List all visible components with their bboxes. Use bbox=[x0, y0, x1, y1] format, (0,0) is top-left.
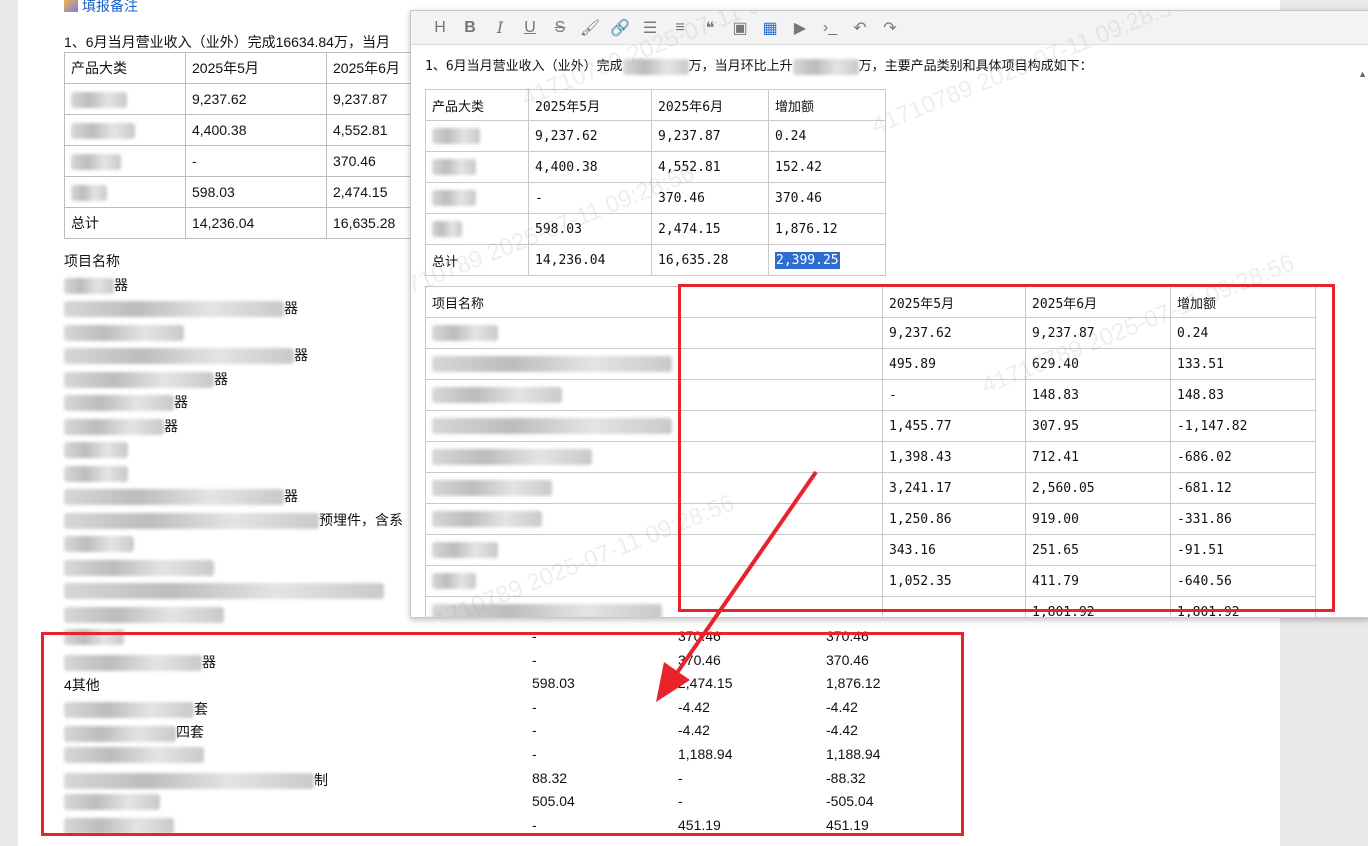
list-item bbox=[64, 532, 403, 556]
table-row: 总计 14,236.04 16,635.28 bbox=[64, 207, 450, 239]
table-cell[interactable] bbox=[425, 213, 529, 245]
table-cell[interactable]: 9,237.62 bbox=[528, 120, 652, 152]
table-cell[interactable]: 2,474.15 bbox=[651, 213, 769, 245]
list-item bbox=[64, 462, 403, 486]
list-item bbox=[64, 438, 403, 462]
link-icon[interactable]: 🔗 bbox=[605, 16, 635, 40]
table-row: - 370.46 bbox=[64, 145, 450, 177]
header-cell[interactable]: 2025年6月 bbox=[651, 89, 769, 121]
header-cell[interactable]: 2025年5月 bbox=[528, 89, 652, 121]
table-cell[interactable] bbox=[425, 151, 529, 183]
list-item: 器 bbox=[64, 415, 403, 439]
table-cell[interactable]: 4,400.38 bbox=[528, 151, 652, 183]
background-project-list: 项目名称 器 器 器 器 器 器 器 预埋件，含系 bbox=[64, 250, 403, 626]
table-row: 598.03 2,474.15 1,876.12 bbox=[425, 213, 886, 245]
list-item: 器 bbox=[64, 344, 403, 368]
selected-total-increase-cell[interactable]: 2,399.25 bbox=[768, 244, 886, 276]
selected-text: 2,399.25 bbox=[775, 251, 840, 269]
header-cell[interactable]: 增加额 bbox=[768, 89, 886, 121]
table-row: 总计 14,236.04 16,635.28 2,399.25 bbox=[425, 244, 886, 276]
table-header-row: 产品大类 2025年5月 2025年6月 增加额 bbox=[425, 89, 886, 121]
table-cell[interactable]: 0.24 bbox=[768, 120, 886, 152]
scroll-up-icon[interactable]: ▲ bbox=[1358, 69, 1367, 79]
table-row: 4,400.38 4,552.81 152.42 bbox=[425, 151, 886, 183]
list-icon[interactable]: ☰ bbox=[635, 16, 665, 40]
editor-category-table[interactable]: 产品大类 2025年5月 2025年6月 增加额 9,237.62 9,237.… bbox=[425, 89, 886, 276]
header-cell[interactable]: 产品大类 bbox=[425, 89, 529, 121]
remarks-icon bbox=[64, 0, 78, 12]
table-cell: 14,236.04 bbox=[185, 207, 327, 239]
table-cell bbox=[64, 83, 186, 115]
table-header-row: 产品大类 2025年5月 2025年6月 bbox=[64, 52, 450, 84]
header-cell: 产品大类 bbox=[64, 52, 186, 84]
table-cell[interactable]: 152.42 bbox=[768, 151, 886, 183]
fill-remarks-link[interactable]: 填报备注 bbox=[64, 0, 138, 16]
list-item bbox=[64, 321, 403, 345]
table-row: 9,237.62 9,237.87 0.24 bbox=[425, 120, 886, 152]
fill-remarks-label: 填报备注 bbox=[82, 0, 138, 14]
redo-icon[interactable]: ↷ bbox=[875, 16, 905, 40]
list-item: 器 bbox=[64, 391, 403, 415]
editor-toolbar: H B I U S 🖌 🔗 ☰ ≡ ❝ ▣ ▦ ▶ ›_ ↶ ↷ bbox=[411, 11, 1368, 45]
table-icon[interactable]: ▦ bbox=[755, 16, 785, 40]
editor-scrollbar[interactable]: ▲ bbox=[1357, 55, 1368, 615]
header-cell: 2025年5月 bbox=[185, 52, 327, 84]
table-cell[interactable]: 370.46 bbox=[651, 182, 769, 214]
editor-paragraph[interactable]: 1、6月当月营业收入（业外）完成 万，当月环比上升 万，主要产品类别和具体项目构成如… bbox=[425, 55, 1093, 75]
list-item: 器 bbox=[64, 485, 403, 509]
list-item: 预埋件，含系 bbox=[64, 509, 403, 533]
table-row: - 370.46 370.46 bbox=[425, 182, 886, 214]
list-item bbox=[64, 603, 403, 627]
list-item bbox=[64, 579, 403, 603]
table-cell[interactable]: 4,552.81 bbox=[651, 151, 769, 183]
table-row: 9,237.62 9,237.87 bbox=[64, 83, 450, 115]
italic-icon[interactable]: I bbox=[485, 16, 515, 40]
list-item bbox=[64, 556, 403, 580]
list-item: 器 bbox=[64, 297, 403, 321]
table-cell[interactable]: - bbox=[528, 182, 652, 214]
image-icon[interactable]: ▣ bbox=[725, 16, 755, 40]
table-cell bbox=[64, 114, 186, 146]
strikethrough-icon[interactable]: S bbox=[545, 16, 575, 40]
table-cell[interactable]: 598.03 bbox=[528, 213, 652, 245]
undo-icon[interactable]: ↶ bbox=[845, 16, 875, 40]
table-cell[interactable]: 16,635.28 bbox=[651, 244, 769, 276]
table-cell[interactable]: 1,876.12 bbox=[768, 213, 886, 245]
table-cell[interactable]: 9,237.87 bbox=[651, 120, 769, 152]
table-row: 4,400.38 4,552.81 bbox=[64, 114, 450, 146]
table-cell: 9,237.62 bbox=[185, 83, 327, 115]
quote-icon[interactable]: ❝ bbox=[695, 16, 725, 40]
code-icon[interactable]: ›_ bbox=[815, 16, 845, 40]
table-cell[interactable]: 14,236.04 bbox=[528, 244, 652, 276]
table-row: 598.03 2,474.15 bbox=[64, 176, 450, 208]
table-cell bbox=[64, 176, 186, 208]
list-header: 项目名称 bbox=[64, 253, 120, 269]
heading-icon[interactable]: H bbox=[425, 16, 455, 40]
list-item: 器 bbox=[64, 274, 403, 298]
underline-icon[interactable]: U bbox=[515, 16, 545, 40]
list-item: 器 bbox=[64, 368, 403, 392]
background-intro-text: 1、6月当月营业收入（业外）完成16634.84万，当月 bbox=[64, 34, 390, 50]
table-cell[interactable]: 370.46 bbox=[768, 182, 886, 214]
table-cell: - bbox=[185, 145, 327, 177]
table-cell: 598.03 bbox=[185, 176, 327, 208]
table-cell[interactable] bbox=[425, 182, 529, 214]
background-product-table: 产品大类 2025年5月 2025年6月 9,237.62 9,237.87 4… bbox=[64, 52, 450, 239]
table-cell: 总计 bbox=[64, 207, 186, 239]
bold-icon[interactable]: B bbox=[455, 16, 485, 40]
table-cell[interactable]: 总计 bbox=[425, 244, 529, 276]
align-icon[interactable]: ≡ bbox=[665, 16, 695, 40]
table-cell bbox=[64, 145, 186, 177]
annotation-box-bottom bbox=[41, 632, 964, 836]
brush-icon[interactable]: 🖌 bbox=[575, 16, 605, 40]
table-cell[interactable] bbox=[425, 120, 529, 152]
annotation-box-top bbox=[678, 284, 1335, 612]
video-icon[interactable]: ▶ bbox=[785, 16, 815, 40]
table-cell: 4,400.38 bbox=[185, 114, 327, 146]
